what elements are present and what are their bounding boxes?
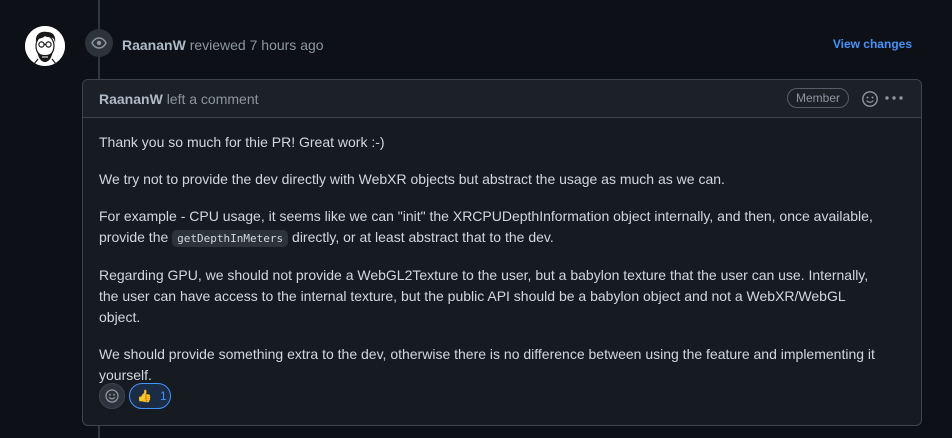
review-event-text: RaananW reviewed 7 hours ago <box>122 36 324 54</box>
paragraph-text: directly, or at least abstract that to t… <box>288 229 554 245</box>
comment-paragraph: For example - CPU usage, it seems like w… <box>99 206 889 249</box>
review-event-badge <box>85 29 113 57</box>
reaction-count: 1 <box>159 389 167 403</box>
more-options-button[interactable] <box>883 88 905 108</box>
avatar[interactable] <box>25 26 65 66</box>
comment-paragraph: We try not to provide the dev directly w… <box>99 171 725 187</box>
comment-action-text: left a comment <box>166 91 259 107</box>
avatar-drawing-icon <box>25 26 65 66</box>
smiley-icon <box>862 91 878 107</box>
view-changes-button[interactable]: View changes <box>833 37 912 51</box>
review-timeline: RaananW reviewed 7 hours ago View change… <box>0 0 952 438</box>
kebab-horizontal-icon <box>885 96 903 100</box>
add-reaction-header-button[interactable] <box>860 89 880 109</box>
add-reaction-button[interactable] <box>99 383 125 409</box>
comment-author-line: RaananW left a comment <box>99 91 259 107</box>
comment-box: RaananW left a comment Member Thank you … <box>82 79 922 426</box>
comment-body: Thank you so much for thie PR! Great wor… <box>99 132 889 402</box>
event-author-link[interactable]: RaananW <box>122 37 186 53</box>
comment-paragraph: We should provide something extra to the… <box>99 346 875 383</box>
smiley-icon <box>105 389 119 403</box>
comment-paragraph: Thank you so much for thie PR! Great wor… <box>99 134 385 150</box>
event-action-text: reviewed 7 hours ago <box>189 37 324 53</box>
comment-author-link[interactable]: RaananW <box>99 91 163 107</box>
comment-paragraph: Regarding GPU, we should not provide a W… <box>99 267 869 325</box>
thumbs-up-icon: 👍 <box>137 389 152 403</box>
comment-header: RaananW left a comment Member <box>83 80 921 118</box>
eye-icon <box>91 37 107 49</box>
role-badge: Member <box>787 88 850 108</box>
thumbs-up-reaction-button[interactable]: 👍 1 <box>129 383 171 409</box>
inline-code: getDepthInMeters <box>172 230 289 247</box>
